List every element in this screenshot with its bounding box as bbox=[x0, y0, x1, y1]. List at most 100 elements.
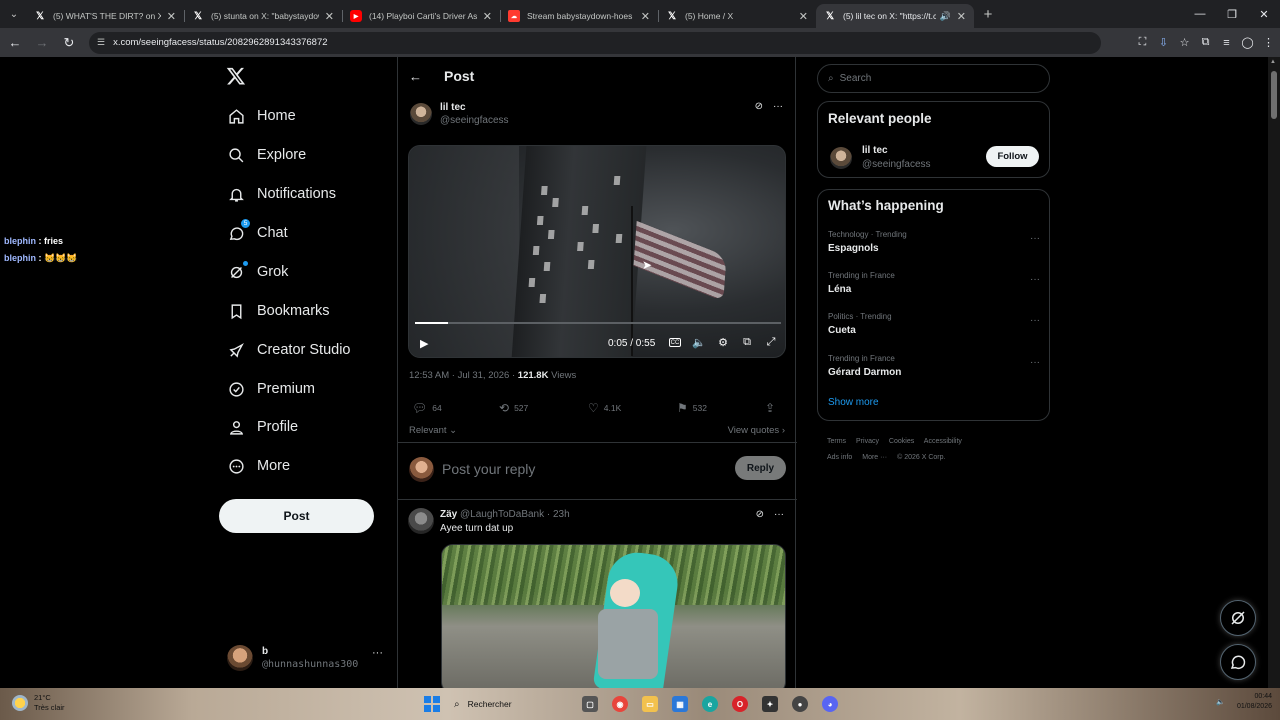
footer-link[interactable]: Privacy bbox=[856, 438, 879, 445]
footer-link[interactable]: Cookies bbox=[889, 438, 914, 445]
weather-widget[interactable]: 21°C Très clair bbox=[12, 693, 65, 713]
browser-tab[interactable]: ▶ (14) Playboi Carti's Driver Assa ✕ bbox=[342, 4, 500, 28]
tab-close-icon[interactable]: ✕ bbox=[325, 10, 334, 23]
extensions-icon[interactable]: ⧉ bbox=[1195, 36, 1216, 49]
site-info-icon[interactable]: ☰ bbox=[97, 37, 105, 48]
volume-icon[interactable]: 🔈 bbox=[1216, 698, 1225, 706]
share-action[interactable]: ⇪ bbox=[765, 401, 780, 415]
show-more-link[interactable]: Show more bbox=[828, 397, 879, 408]
browser-tab[interactable]: ☁ Stream babystaydown-hoes an ✕ bbox=[500, 4, 658, 28]
tab-close-icon[interactable]: ✕ bbox=[641, 10, 650, 23]
tab-close-icon[interactable]: ✕ bbox=[483, 10, 492, 23]
windows-start-icon[interactable] bbox=[424, 696, 440, 712]
nav-bookmarks[interactable]: Bookmarks bbox=[227, 298, 330, 324]
tab-search-icon[interactable]: ⌄ bbox=[2, 4, 26, 24]
footer-link[interactable]: More ··· bbox=[862, 454, 887, 461]
bookmark-star-icon[interactable]: ☆ bbox=[1174, 36, 1195, 49]
more-horizontal-icon[interactable]: ··· bbox=[774, 509, 784, 520]
relevant-user[interactable]: lil tec @seeingfacess bbox=[830, 144, 931, 172]
browser-tab[interactable]: 𝕏 (5) WHAT'S THE DIRT? on X: "Th ✕ bbox=[26, 4, 184, 28]
x-logo-icon[interactable] bbox=[226, 66, 246, 86]
forward-button[interactable]: → bbox=[30, 31, 54, 55]
reload-button[interactable]: ↻ bbox=[57, 31, 81, 55]
nav-notifications[interactable]: Notifications bbox=[227, 181, 336, 207]
edge-icon[interactable]: e bbox=[702, 696, 718, 712]
picture-in-picture-icon[interactable]: ⧉ bbox=[740, 335, 754, 349]
address-bar[interactable]: ☰ x.com/seeingfacess/status/208296289134… bbox=[89, 31, 1101, 54]
chrome-icon[interactable]: ◉ bbox=[612, 696, 628, 712]
nav-profile[interactable]: Profile bbox=[227, 414, 298, 440]
post-author[interactable]: lil tec @seeingfacess bbox=[410, 101, 509, 127]
messages-fab-button[interactable] bbox=[1220, 644, 1256, 680]
reply-input[interactable]: Post your reply bbox=[442, 461, 535, 477]
profile-icon[interactable]: ◯ bbox=[1237, 36, 1258, 49]
nav-explore[interactable]: Explore bbox=[227, 142, 306, 168]
repost-action[interactable]: ⟲ 527 bbox=[499, 401, 528, 415]
browser-tab-active[interactable]: 𝕏 (5) lil tec on X: "https://t.co/ 🔊 ✕ bbox=[816, 4, 974, 28]
opera-icon[interactable]: O bbox=[732, 696, 748, 712]
taskbar-search[interactable]: ⌕ Rechercher bbox=[454, 699, 582, 710]
view-quotes-link[interactable]: View quotes › bbox=[728, 425, 785, 436]
nav-grok[interactable]: Grok bbox=[227, 259, 288, 285]
file-explorer-icon[interactable]: ▭ bbox=[642, 696, 658, 712]
trend-item[interactable]: Technology · Trending Espagnols ··· bbox=[828, 230, 1040, 254]
restore-icon[interactable]: ❐ bbox=[1216, 0, 1248, 28]
scroll-up-icon[interactable]: ▲ bbox=[1270, 59, 1276, 65]
grok-icon[interactable]: ⊘ bbox=[756, 509, 764, 520]
footer-link[interactable]: Accessibility bbox=[924, 438, 962, 445]
nav-premium[interactable]: Premium bbox=[227, 376, 315, 402]
clock[interactable]: 00:44 01/08/2026 bbox=[1237, 692, 1272, 712]
browser-menu-icon[interactable]: ⋮ bbox=[1258, 36, 1279, 49]
app-icon[interactable]: ● bbox=[792, 696, 808, 712]
task-view-icon[interactable]: ▢ bbox=[582, 696, 598, 712]
media-icon[interactable]: ≡ bbox=[1216, 37, 1237, 49]
account-switcher[interactable]: b @hunnashunnas300 ··· bbox=[227, 643, 387, 673]
tab-close-icon[interactable]: ✕ bbox=[957, 10, 966, 23]
trend-item[interactable]: Trending in France Gérard Darmon ··· bbox=[828, 354, 1040, 378]
video-progress-bar[interactable] bbox=[415, 322, 781, 324]
reply-action[interactable]: 💬︎ 64 bbox=[412, 401, 442, 415]
speaker-icon[interactable]: 🔊 bbox=[940, 11, 951, 22]
reply-media[interactable] bbox=[441, 544, 786, 688]
minimize-icon[interactable]: — bbox=[1184, 0, 1216, 28]
volume-icon[interactable]: 🔈 bbox=[692, 335, 706, 349]
discord-icon[interactable]: ◕ bbox=[822, 696, 838, 712]
trend-item[interactable]: Trending in France Léna ··· bbox=[828, 271, 1040, 295]
like-action[interactable]: ♡ 4.1K bbox=[588, 401, 621, 415]
more-horizontal-icon[interactable]: ··· bbox=[1030, 357, 1040, 368]
search-input[interactable] bbox=[839, 73, 1030, 84]
page-scrollbar[interactable]: ▲ bbox=[1268, 57, 1280, 688]
browser-tab[interactable]: 𝕏 (5) Home / X ✕ bbox=[658, 4, 816, 28]
captions-icon[interactable]: CC bbox=[669, 338, 681, 347]
follow-button[interactable]: Follow bbox=[986, 146, 1039, 167]
grok-fab-button[interactable] bbox=[1220, 600, 1256, 636]
avatar[interactable] bbox=[410, 103, 432, 125]
search-box[interactable]: ⌕ bbox=[817, 64, 1050, 93]
nav-more[interactable]: More bbox=[227, 453, 290, 479]
post-button[interactable]: Post bbox=[219, 499, 374, 533]
fullscreen-icon[interactable]: ⤢ bbox=[764, 335, 778, 349]
close-window-icon[interactable]: ✕ bbox=[1248, 0, 1280, 28]
translate-icon[interactable]: ⛶ bbox=[1132, 36, 1153, 49]
video-player[interactable]: ➤ ▶ 0:05 / 0:55 CC 🔈 ⚙ ⧉ ⤢ bbox=[408, 145, 786, 358]
tab-close-icon[interactable]: ✕ bbox=[167, 10, 176, 23]
trend-item[interactable]: Politics · Trending Cueta ··· bbox=[828, 312, 1040, 336]
reply-button[interactable]: Reply bbox=[735, 456, 786, 480]
app-icon[interactable]: ✦ bbox=[762, 696, 778, 712]
more-horizontal-icon[interactable]: ··· bbox=[1030, 233, 1040, 244]
play-icon[interactable]: ▶ bbox=[420, 337, 428, 350]
bookmark-action[interactable]: ⚑ 532 bbox=[677, 401, 707, 415]
post-timestamp[interactable]: 12:53 AM · Jul 31, 2026 · bbox=[409, 370, 518, 381]
more-horizontal-icon[interactable]: ··· bbox=[372, 647, 383, 659]
scrollbar-thumb[interactable] bbox=[1271, 71, 1277, 119]
footer-link[interactable]: Terms bbox=[827, 438, 846, 445]
grok-icon[interactable]: ⊘ bbox=[755, 101, 763, 112]
settings-gear-icon[interactable]: ⚙ bbox=[716, 335, 730, 349]
new-tab-button[interactable]: + bbox=[976, 6, 1000, 23]
reply-author-name[interactable]: Zäy bbox=[440, 509, 457, 520]
back-arrow-icon[interactable]: ← bbox=[409, 69, 422, 84]
footer-link[interactable]: Ads info bbox=[827, 454, 852, 461]
tab-close-icon[interactable]: ✕ bbox=[799, 10, 808, 23]
more-horizontal-icon[interactable]: ··· bbox=[1030, 315, 1040, 326]
nav-chat[interactable]: 5 Chat bbox=[227, 218, 288, 246]
